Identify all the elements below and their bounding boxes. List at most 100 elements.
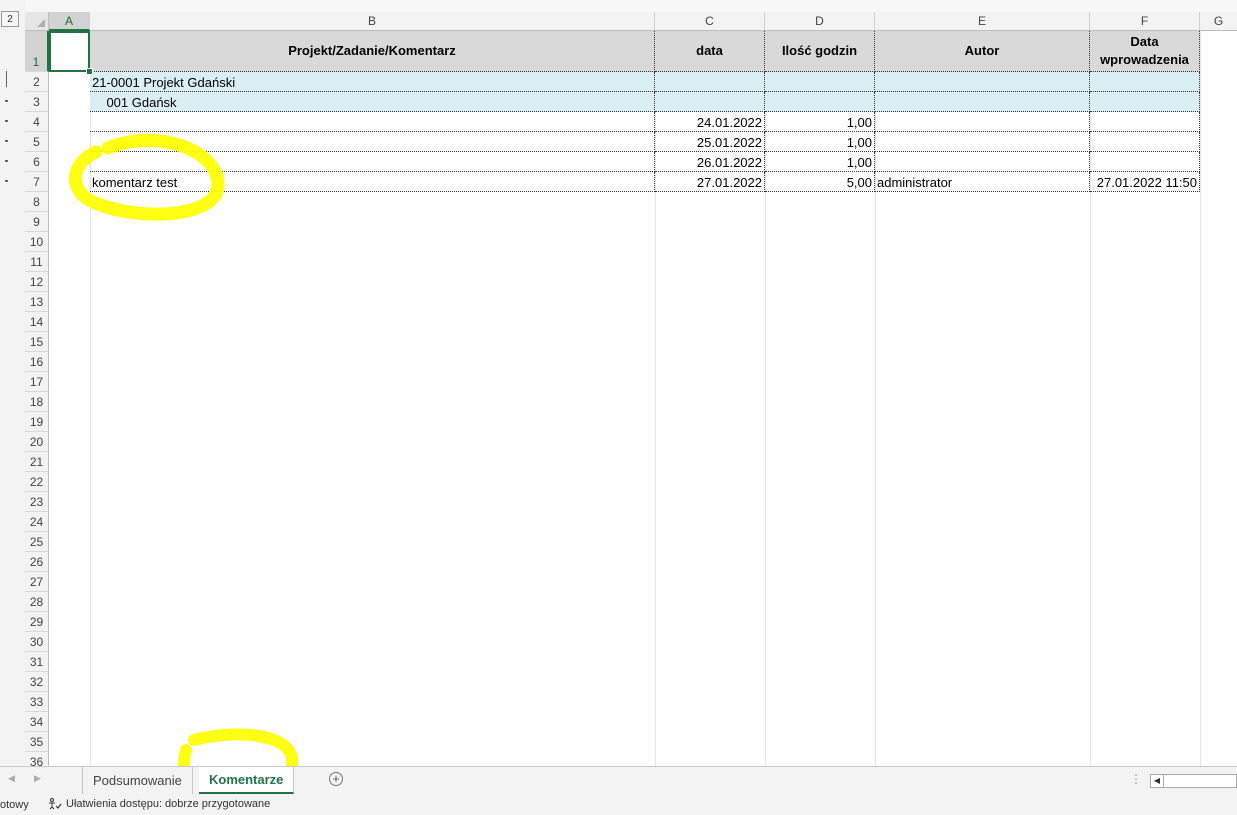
column-header-c[interactable]: C <box>655 12 765 31</box>
row-header[interactable]: 13 <box>25 292 49 312</box>
row-header[interactable]: 1 <box>25 31 49 72</box>
outline-group-line[interactable] <box>0 71 7 87</box>
row-header[interactable]: 27 <box>25 572 49 592</box>
table-cell-f[interactable] <box>1090 92 1200 112</box>
row-header[interactable]: 10 <box>25 232 49 252</box>
row-header[interactable]: 3 <box>25 92 49 112</box>
row-header[interactable]: 28 <box>25 592 49 612</box>
accessibility-text: Ułatwienia dostępu: dobrze przygotowane <box>66 798 271 810</box>
row-header[interactable]: 20 <box>25 432 49 452</box>
outline-dot <box>5 120 8 122</box>
row-header[interactable]: 34 <box>25 712 49 732</box>
row-header[interactable]: 12 <box>25 272 49 292</box>
table-cell-f[interactable] <box>1090 72 1200 92</box>
table-cell-d[interactable] <box>765 92 875 112</box>
sheet-tab-komentarze[interactable]: Komentarze <box>199 767 295 794</box>
table-cell-c[interactable] <box>655 72 765 92</box>
column-header-d[interactable]: D <box>765 12 875 31</box>
table-cell-c[interactable]: 27.01.2022 <box>655 172 765 192</box>
row-header[interactable]: 4 <box>25 112 49 132</box>
add-sheet-icon[interactable]: + <box>329 772 343 786</box>
table-cell-c[interactable]: 25.01.2022 <box>655 132 765 152</box>
column-header-b[interactable]: B <box>90 12 655 31</box>
table-cell-b[interactable] <box>90 152 655 172</box>
row-header[interactable]: 6 <box>25 152 49 172</box>
table-cell-c[interactable] <box>655 92 765 112</box>
active-cell-a1[interactable] <box>49 31 90 72</box>
outline-level-button[interactable]: 2 <box>1 11 19 27</box>
scroll-right-icon[interactable]: ▶ <box>34 773 41 784</box>
column-header-f[interactable]: F <box>1090 12 1200 31</box>
header-cell-project[interactable]: Projekt/Zadanie/Komentarz <box>90 31 655 72</box>
accessibility-status[interactable]: Ułatwienia dostępu: dobrze przygotowane <box>48 798 270 810</box>
row-header[interactable]: 35 <box>25 732 49 752</box>
table-cell-b[interactable] <box>90 112 655 132</box>
sheet-tab-podsumowanie[interactable]: Podsumowanie <box>82 767 193 794</box>
outline-dot <box>5 180 8 182</box>
table-cell-f[interactable]: 27.01.2022 11:50 <box>1090 172 1200 192</box>
table-cell-b[interactable] <box>90 132 655 152</box>
row-header[interactable]: 24 <box>25 512 49 532</box>
table-cell-d[interactable]: 1,00 <box>765 112 875 132</box>
table-cell-c[interactable]: 26.01.2022 <box>655 152 765 172</box>
scroll-left-icon[interactable]: ◀ <box>1151 775 1164 787</box>
table-cell-f[interactable] <box>1090 132 1200 152</box>
row-header[interactable]: 21 <box>25 452 49 472</box>
split-handle-icon[interactable]: ⋮ <box>1130 772 1142 786</box>
table-cell-f[interactable] <box>1090 152 1200 172</box>
table-cell-c[interactable]: 24.01.2022 <box>655 112 765 132</box>
row-header[interactable]: 9 <box>25 212 49 232</box>
select-all-button[interactable] <box>25 12 49 31</box>
table-cell-e[interactable] <box>875 72 1090 92</box>
row-header[interactable]: 11 <box>25 252 49 272</box>
row-header[interactable]: 26 <box>25 552 49 572</box>
row-header[interactable]: 32 <box>25 672 49 692</box>
scroll-left-icon[interactable]: ◀ <box>8 773 15 784</box>
row-header[interactable]: 23 <box>25 492 49 512</box>
table-cell-b[interactable]: 21-0001 Projekt Gdański <box>90 72 655 92</box>
column-header-g[interactable]: G <box>1200 12 1237 31</box>
row-header[interactable]: 31 <box>25 652 49 672</box>
row-header[interactable]: 19 <box>25 412 49 432</box>
table-cell-b[interactable]: komentarz test <box>90 172 655 192</box>
table-cell-f[interactable] <box>1090 112 1200 132</box>
row-header[interactable]: 14 <box>25 312 49 332</box>
outline-dot <box>5 100 8 102</box>
header-cell-hours[interactable]: Ilość godzin <box>765 31 875 72</box>
table-cell-d[interactable] <box>765 72 875 92</box>
table-cell-b[interactable]: 001 Gdańsk <box>90 92 655 112</box>
table-cell-d[interactable]: 5,00 <box>765 172 875 192</box>
table-cell-e[interactable] <box>875 112 1090 132</box>
row-header[interactable]: 8 <box>25 192 49 212</box>
column-header-e[interactable]: E <box>875 12 1090 31</box>
header-cell-entry-date[interactable]: Data wprowadzenia <box>1090 31 1200 72</box>
table-cell-d[interactable]: 1,00 <box>765 152 875 172</box>
row-header[interactable]: 17 <box>25 372 49 392</box>
header-cell-date[interactable]: data <box>655 31 765 72</box>
row-header[interactable]: 30 <box>25 632 49 652</box>
row-header[interactable]: 16 <box>25 352 49 372</box>
row-header[interactable]: 25 <box>25 532 49 552</box>
accessibility-icon <box>49 798 62 810</box>
table-cell-e[interactable]: administrator <box>875 172 1090 192</box>
table-cell-e[interactable] <box>875 132 1090 152</box>
table-cell-e[interactable] <box>875 92 1090 112</box>
table-cell-e[interactable] <box>875 152 1090 172</box>
row-header[interactable]: 15 <box>25 332 49 352</box>
row-header[interactable]: 2 <box>25 72 49 92</box>
gridline <box>1200 31 1201 766</box>
outline-dot <box>5 140 8 142</box>
horizontal-scrollbar[interactable]: ◀ <box>1150 774 1237 788</box>
status-ready-text: otowy <box>0 799 29 811</box>
row-header[interactable]: 18 <box>25 392 49 412</box>
select-all-triangle-icon <box>37 19 45 27</box>
row-header[interactable]: 33 <box>25 692 49 712</box>
row-header[interactable]: 5 <box>25 132 49 152</box>
column-header-a[interactable]: A <box>49 12 90 31</box>
fill-handle[interactable] <box>86 68 93 75</box>
row-header[interactable]: 7 <box>25 172 49 192</box>
row-header[interactable]: 22 <box>25 472 49 492</box>
row-header[interactable]: 29 <box>25 612 49 632</box>
header-cell-author[interactable]: Autor <box>875 31 1090 72</box>
table-cell-d[interactable]: 1,00 <box>765 132 875 152</box>
